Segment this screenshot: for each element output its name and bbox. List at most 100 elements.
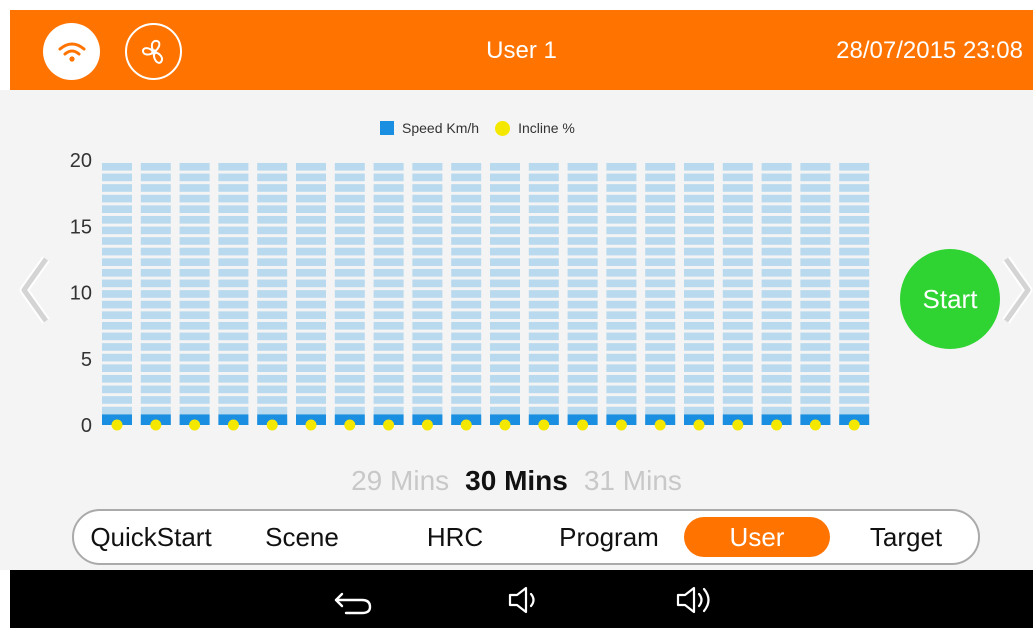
bar-segment (839, 364, 870, 372)
bar-segment (761, 343, 792, 351)
bar-segment (645, 237, 676, 245)
duration-next[interactable]: 31 Mins (584, 465, 682, 497)
tab-hrc[interactable]: HRC (390, 517, 520, 557)
bar-segment (412, 332, 443, 341)
bar-segment (606, 258, 637, 266)
volume-up-icon[interactable] (674, 584, 718, 621)
duration-prev[interactable]: 29 Mins (351, 465, 449, 497)
bar-segment (684, 374, 714, 383)
bar-segment (412, 364, 443, 372)
bar-segment (451, 332, 482, 341)
bar-segment (684, 194, 714, 203)
bar-segment (490, 173, 520, 182)
bar-segment (800, 226, 831, 235)
bar-segment (490, 364, 520, 372)
bar-segment (567, 321, 598, 330)
bar-segment (179, 406, 210, 415)
bar-segment (684, 385, 714, 394)
bar-segment (334, 290, 365, 298)
bar-segment (334, 321, 365, 330)
bar-segment (684, 343, 714, 351)
bar-segment (684, 268, 714, 277)
bar-segment (334, 258, 365, 266)
bar-segment (373, 258, 404, 266)
bar-segment (451, 300, 482, 309)
chevron-left-icon[interactable] (18, 255, 52, 330)
bar-segment (451, 321, 482, 330)
bar-segment (412, 290, 443, 298)
bar-segment (490, 215, 520, 224)
tab-quickstart[interactable]: QuickStart (78, 517, 224, 557)
bar-segment (490, 343, 520, 351)
bar-segment (218, 268, 249, 277)
bar-segment (645, 290, 676, 298)
bar-segment (800, 321, 831, 330)
bar-segment (179, 396, 210, 404)
bar-segment (528, 311, 559, 319)
incline-point (266, 419, 278, 431)
bar-segment (761, 321, 792, 330)
bar-segment (140, 311, 171, 319)
tab-program[interactable]: Program (534, 517, 684, 557)
bar-segment (296, 290, 326, 298)
bar-segment (567, 396, 598, 404)
bar-segment (412, 215, 443, 224)
bar-segment (722, 385, 753, 394)
bar-segment (761, 374, 792, 383)
bar-segment (606, 162, 637, 171)
bar-segment (839, 215, 870, 224)
bar-segment (606, 268, 637, 277)
bar-segment (334, 279, 365, 288)
bar-segment (839, 247, 870, 256)
tab-target[interactable]: Target (838, 517, 974, 557)
bar-segment (722, 162, 753, 171)
datetime: 28/07/2015 23:08 (836, 37, 1023, 64)
bar-segment (102, 237, 132, 245)
bar-segment (218, 184, 249, 192)
bar-segment (140, 205, 171, 213)
tab-scene[interactable]: Scene (234, 517, 370, 557)
bar-segment (567, 343, 598, 351)
bar-segment (373, 321, 404, 330)
bar-segment (102, 374, 132, 383)
bar-segment (645, 374, 676, 383)
bar-segment (296, 311, 326, 319)
duration-selector[interactable]: 29 Mins 30 Mins 31 Mins (0, 465, 1033, 497)
bar-segment (451, 162, 482, 171)
tab-user[interactable]: User (684, 517, 830, 557)
bar-segment (451, 237, 482, 245)
bar-segment (528, 162, 559, 171)
bar-segment (412, 374, 443, 383)
chevron-right-icon[interactable] (1002, 255, 1033, 330)
bar-segment (257, 194, 288, 203)
bar-segment (606, 321, 637, 330)
bar-segment (140, 279, 171, 288)
incline-point (460, 419, 472, 431)
bar-segment (102, 311, 132, 319)
bar-segment (140, 300, 171, 309)
bar-segment (412, 258, 443, 266)
bar-segment (373, 279, 404, 288)
bar-segment (839, 162, 870, 171)
bar-segment (684, 226, 714, 235)
bar-segment (373, 268, 404, 277)
bar-segment (490, 194, 520, 203)
bar-segment (257, 332, 288, 341)
bar-segment (761, 173, 792, 182)
bar-segment (645, 343, 676, 351)
bar-segment (373, 237, 404, 245)
back-icon[interactable] (332, 584, 376, 621)
bar-segment (839, 343, 870, 351)
bar-segment (334, 205, 365, 213)
bar-segment (761, 279, 792, 288)
bar-segment (800, 173, 831, 182)
bar-segment (490, 396, 520, 404)
bar-segment (490, 258, 520, 266)
bar-segment (490, 237, 520, 245)
start-button[interactable]: Start (900, 249, 1000, 349)
volume-down-icon[interactable] (506, 584, 546, 621)
bar-segment (218, 300, 249, 309)
duration-current[interactable]: 30 Mins (465, 465, 568, 497)
legend-speed-label: Speed Km/h (402, 120, 480, 136)
bar-segment (606, 226, 637, 235)
